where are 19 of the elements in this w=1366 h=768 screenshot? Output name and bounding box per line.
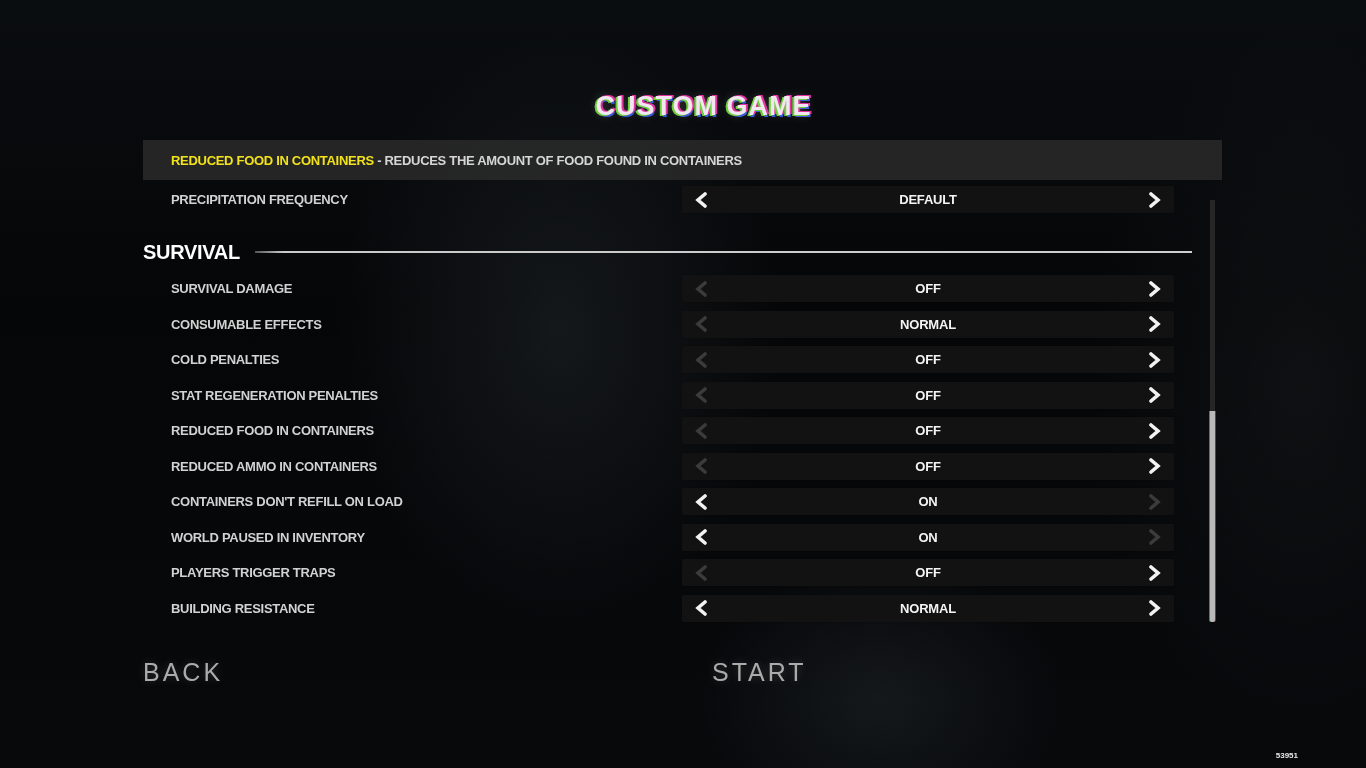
scrollbar-track[interactable] xyxy=(1210,200,1215,622)
description-text: REDUCED FOOD IN CONTAINERS - REDUCES THE AMOUNT OF FOOD FOUND IN CONTAINERS xyxy=(171,152,742,168)
setting-label: CONSUMABLE EFFECTS xyxy=(171,316,323,332)
setting-label: PRECIPITATION FREQUENCY xyxy=(171,192,349,208)
setting-label: STAT REGENERATION PENALTIES xyxy=(171,387,379,403)
setting-label: REDUCED AMMO IN CONTAINERS xyxy=(171,458,378,474)
build-number: 53951 xyxy=(1275,751,1298,760)
setting-label: WORLD PAUSED IN INVENTORY xyxy=(171,529,366,545)
setting-label: PLAYERS TRIGGER TRAPS xyxy=(171,565,337,581)
setting-label: REDUCED FOOD IN CONTAINERS xyxy=(171,423,375,439)
setting-label: BUILDING RESISTANCE xyxy=(171,600,316,616)
start-button[interactable]: START xyxy=(712,652,807,692)
setting-label: SURVIVAL DAMAGE xyxy=(171,281,294,297)
back-button[interactable]: BACK xyxy=(143,652,224,692)
screen-title: CUSTOM GAME xyxy=(594,90,812,123)
setting-label: COLD PENALTIES xyxy=(171,352,281,368)
scrollbar-thumb[interactable] xyxy=(1210,411,1215,622)
section-heading: SURVIVAL xyxy=(143,239,240,264)
setting-label: CONTAINERS DON'T REFILL ON LOAD xyxy=(171,494,404,510)
